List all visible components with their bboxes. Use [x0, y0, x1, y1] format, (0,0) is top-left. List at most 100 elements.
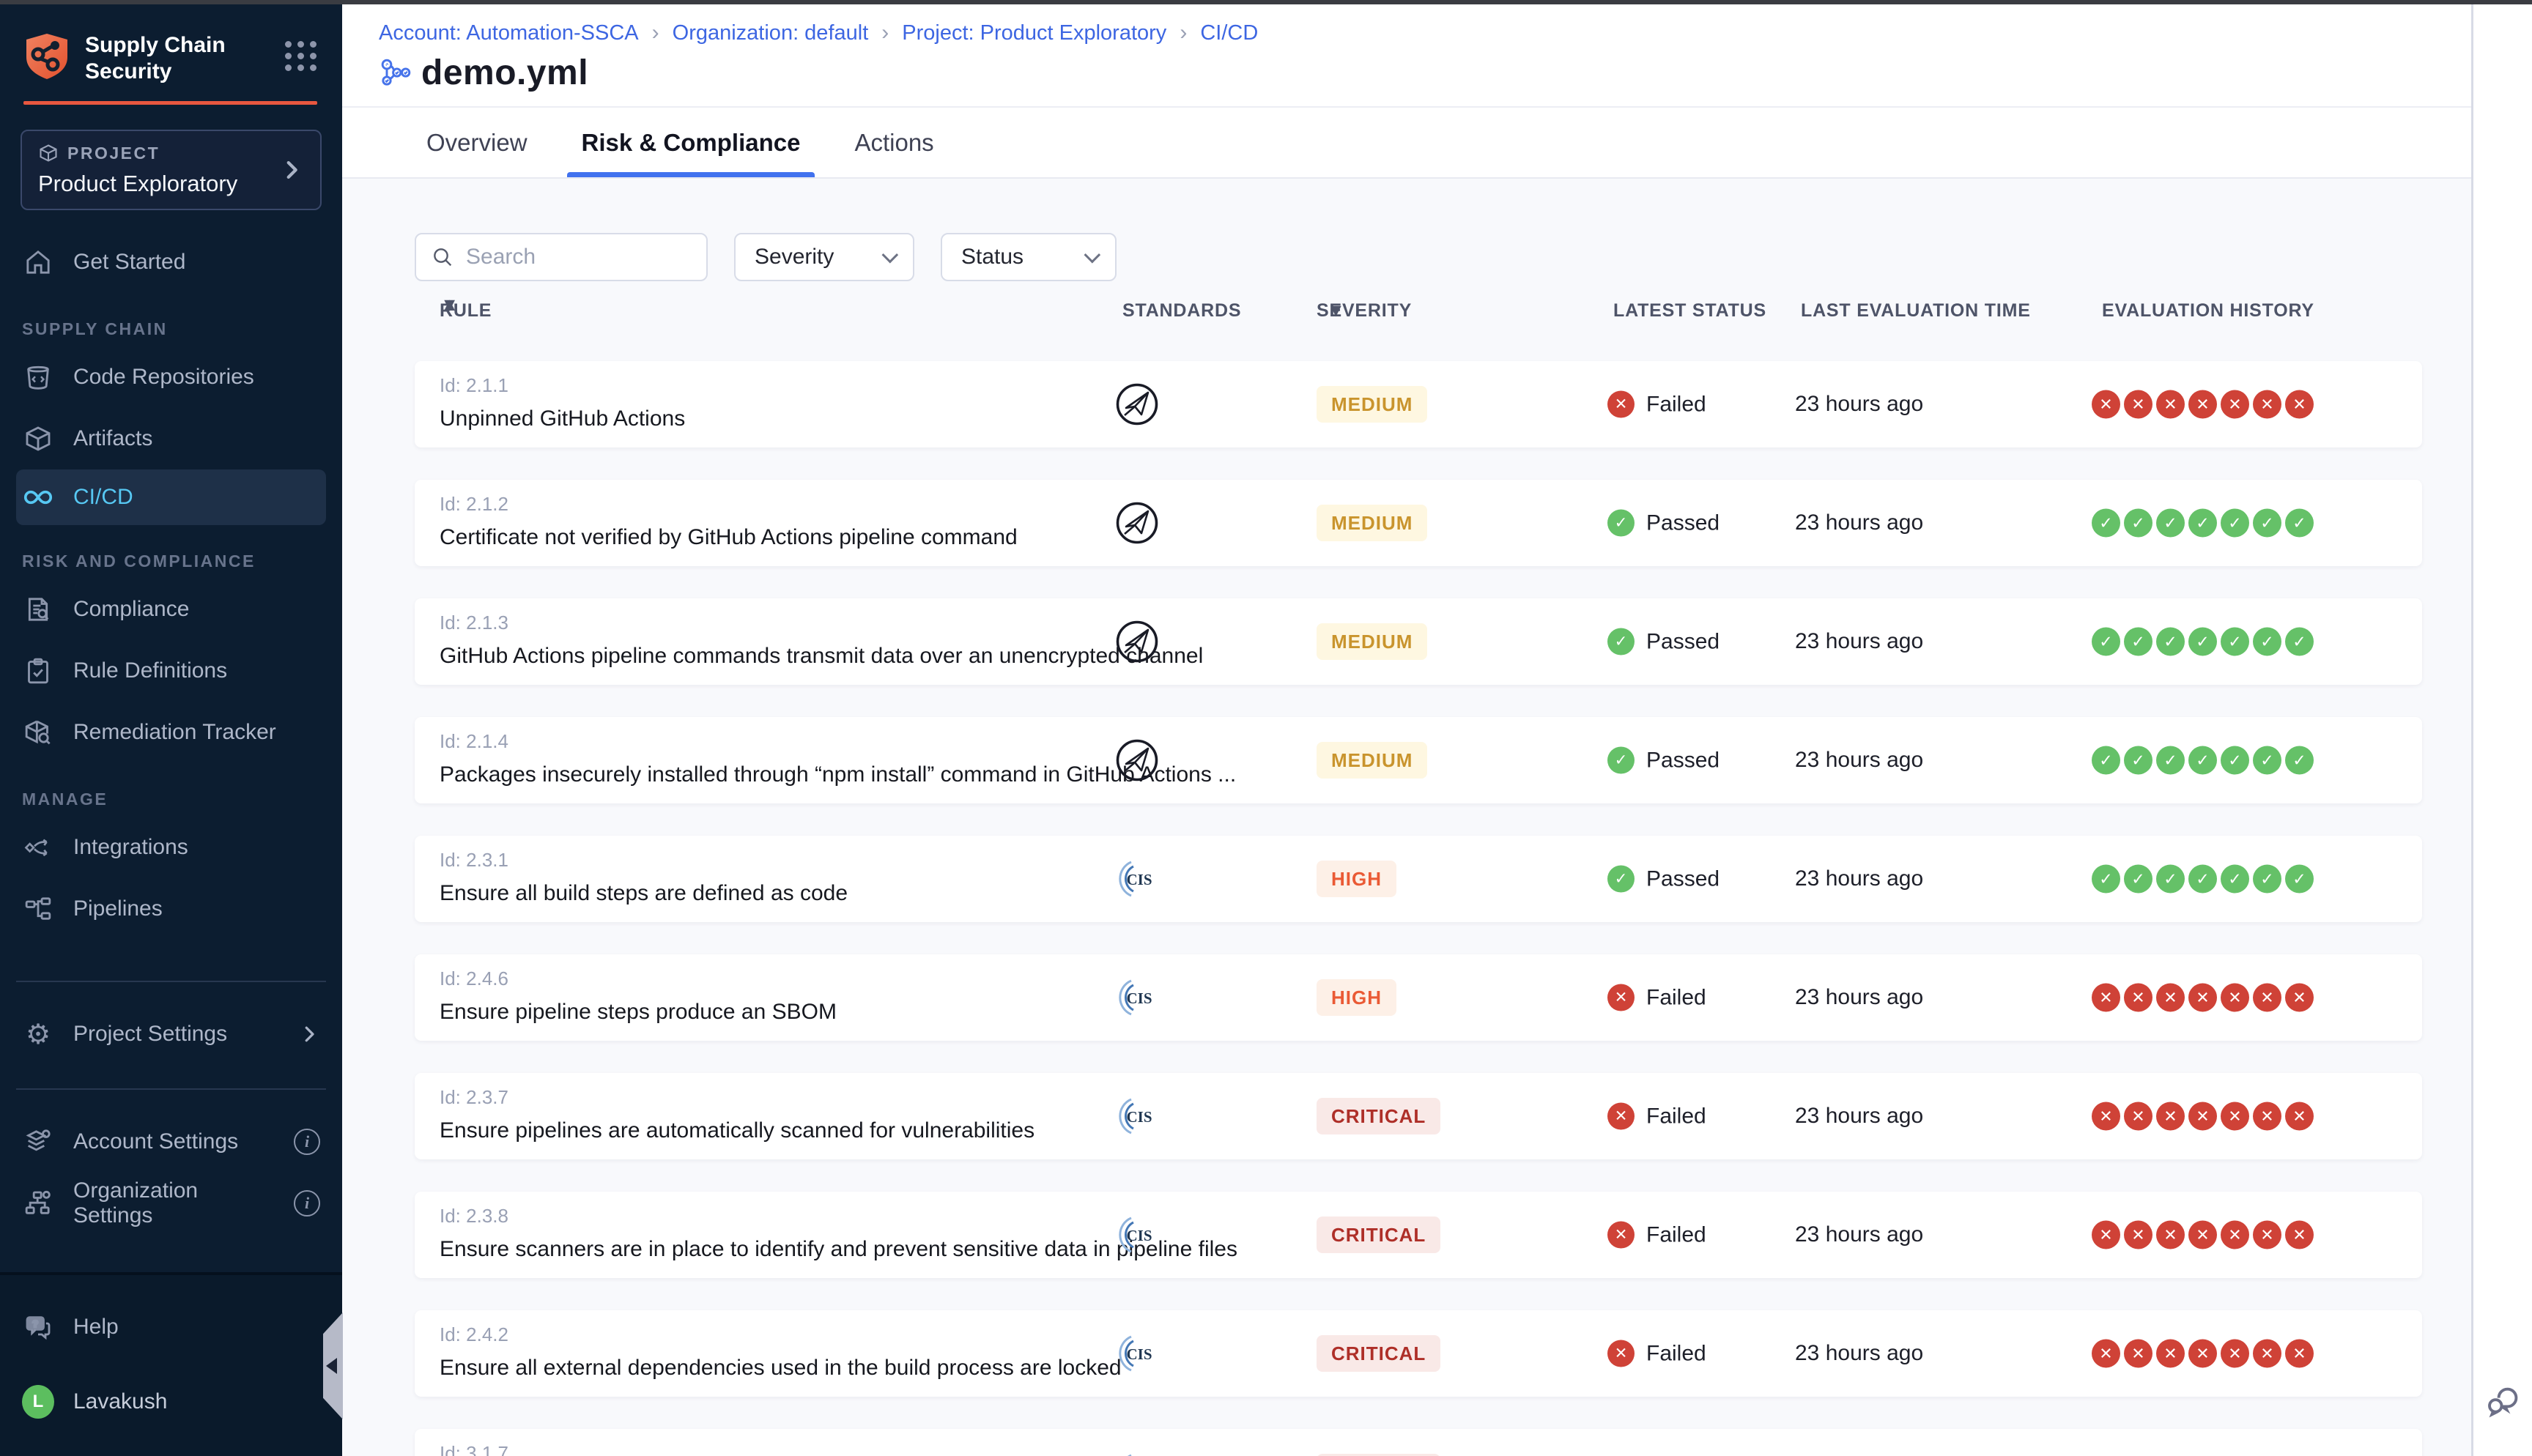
user-name: Lavakush: [73, 1389, 167, 1414]
table-row[interactable]: Id: 2.4.2 Ensure all external dependenci…: [415, 1310, 2422, 1397]
latest-status: ✓ Passed: [1607, 628, 1720, 655]
sidebar-item-project-settings[interactable]: ⚙ Project Settings: [0, 1003, 342, 1065]
info-icon[interactable]: i: [294, 1129, 320, 1155]
svg-text:CIS: CIS: [1126, 1227, 1152, 1244]
section-risk-and-compliance: RISK AND COMPLIANCE: [0, 551, 342, 571]
history-fail-icon: ✕: [2092, 1340, 2120, 1368]
cis-standard-icon: CIS: [1115, 857, 1159, 901]
sidebar-item-cicd[interactable]: CI/CD: [16, 469, 326, 525]
table-row[interactable]: Id: 2.3.7 Ensure pipelines are automatic…: [415, 1073, 2422, 1159]
history-fail-icon: ✕: [2285, 984, 2314, 1012]
table-row[interactable]: Id: 2.4.6 Ensure pipeline steps produce …: [415, 954, 2422, 1041]
sidebar-item-compliance[interactable]: Compliance: [0, 579, 342, 640]
cis-standard-icon: CIS: [1115, 1094, 1159, 1138]
sidebar-item-code-repositories[interactable]: Code Repositories: [0, 346, 342, 408]
table-row[interactable]: Id: 2.3.1 Ensure all build steps are def…: [415, 836, 2422, 922]
table-row[interactable]: Id: 2.1.3 GitHub Actions pipeline comman…: [415, 598, 2422, 685]
rule-name: Ensure pipelines are automatically scann…: [440, 1118, 1034, 1143]
sidebar-item-artifacts[interactable]: Artifacts: [0, 408, 342, 469]
table-row[interactable]: Id: 2.1.4 Packages insecurely installed …: [415, 717, 2422, 803]
history-pass-icon: ✓: [2092, 628, 2120, 656]
severity-badge: MEDIUM: [1317, 742, 1427, 779]
breadcrumb-project[interactable]: Project: Product Exploratory: [902, 21, 1166, 45]
status-icon: ✓: [1607, 747, 1635, 774]
sidebar-item-account-settings[interactable]: Account Settings i: [0, 1111, 342, 1173]
sidebar-nav: Get Started SUPPLY CHAIN Code Repositori…: [0, 231, 342, 1234]
status-label: Passed: [1646, 866, 1720, 891]
right-rail: [2471, 0, 2532, 1456]
cis-standard-icon: CIS: [1115, 976, 1159, 1019]
history-pass-icon: ✓: [2156, 628, 2185, 656]
sidebar-item-remediation-tracker[interactable]: Remediation Tracker: [0, 702, 342, 763]
search-box: [415, 233, 708, 281]
history-pass-icon: ✓: [2156, 865, 2185, 894]
brand-title: Supply Chain Security: [85, 32, 239, 85]
history-fail-icon: ✕: [2092, 1221, 2120, 1249]
table-row[interactable]: Id: 2.3.8 Ensure scanners are in place t…: [415, 1192, 2422, 1278]
latest-status: ✕ Failed: [1607, 391, 1706, 418]
rule-name: Certificate not verified by GitHub Actio…: [440, 525, 1018, 550]
table-row[interactable]: Id: 2.1.1 Unpinned GitHub Actions CIS ME…: [415, 361, 2422, 447]
cis-standard-icon: CIS: [1115, 1331, 1159, 1375]
sidebar-item-get-started[interactable]: Get Started: [0, 231, 342, 293]
breadcrumb-cicd[interactable]: CI/CD: [1200, 21, 1258, 45]
gear-icon: ⚙: [22, 1020, 54, 1048]
chevron-down-icon: [882, 247, 899, 264]
sidebar-item-pipelines[interactable]: Pipelines: [0, 878, 342, 940]
evaluation-history: ✓✓✓✓✓✓✓: [2092, 509, 2314, 538]
history-pass-icon: ✓: [2156, 509, 2185, 538]
status-icon: ✕: [1607, 1340, 1635, 1367]
avatar: L: [22, 1385, 54, 1419]
project-selector[interactable]: PROJECT Product Exploratory: [21, 130, 322, 210]
chat-bubbles-icon[interactable]: [2484, 1383, 2522, 1421]
supply-chain-security-logo-icon: [23, 32, 70, 81]
last-evaluation-time: 23 hours ago: [1795, 748, 1923, 773]
history-pass-icon: ✓: [2253, 746, 2281, 775]
info-icon[interactable]: i: [294, 1190, 320, 1217]
severity-badge: CRITICAL: [1317, 1098, 1440, 1134]
sidebar: Supply Chain Security PROJECT Product Ex…: [0, 0, 342, 1456]
brand-underline: [23, 101, 317, 105]
table-row[interactable]: Id: 2.1.2 Certificate not verified by Gi…: [415, 480, 2422, 566]
history-pass-icon: ✓: [2221, 746, 2249, 775]
tab-overview[interactable]: Overview: [426, 108, 528, 177]
org-chart-gear-icon: [22, 1189, 54, 1218]
divider: [16, 981, 326, 982]
history-fail-icon: ✕: [2156, 984, 2185, 1012]
severity-filter-dropdown[interactable]: Severity: [734, 233, 914, 281]
severity-badge: CRITICAL: [1317, 1217, 1440, 1253]
integrations-icon: [22, 833, 54, 862]
latest-status: ✕ Failed: [1607, 1222, 1706, 1249]
app-grid-icon[interactable]: [285, 41, 317, 71]
breadcrumb-organization[interactable]: Organization: default: [673, 21, 869, 45]
sidebar-item-help[interactable]: ? Help: [0, 1296, 342, 1358]
sidebar-bottom: ? Help L Lavakush: [0, 1272, 342, 1456]
table-row[interactable]: Id: 3.1.7 CIS CRITICAL ✕ Failed 23 hours…: [415, 1429, 2422, 1456]
breadcrumb-account[interactable]: Account: Automation-SSCA: [379, 21, 639, 45]
status-label: Passed: [1646, 510, 1720, 535]
main-content: Account: Automation-SSCA › Organization:…: [342, 0, 2471, 1456]
status-filter-dropdown[interactable]: Status: [941, 233, 1117, 281]
sidebar-item-organization-settings[interactable]: Organization Settings i: [0, 1173, 342, 1234]
evaluation-history: ✓✓✓✓✓✓✓: [2092, 865, 2314, 894]
last-evaluation-time: 23 hours ago: [1795, 510, 1923, 535]
history-fail-icon: ✕: [2253, 984, 2281, 1012]
tab-bar: Overview Risk & Compliance Actions: [342, 108, 2471, 179]
status-icon: ✓: [1607, 866, 1635, 893]
sidebar-item-integrations[interactable]: Integrations: [0, 817, 342, 878]
status-label: Passed: [1646, 629, 1720, 654]
search-icon: [431, 245, 454, 269]
rule-name: Ensure pipeline steps produce an SBOM: [440, 1000, 837, 1025]
owasp-cicd-standard-icon: [1115, 501, 1159, 545]
rule-name: Unpinned GitHub Actions: [440, 406, 685, 431]
svg-text:CIS: CIS: [1126, 871, 1152, 888]
tab-actions[interactable]: Actions: [854, 108, 933, 177]
history-fail-icon: ✕: [2092, 390, 2120, 419]
search-input[interactable]: [466, 245, 692, 270]
cis-standard-icon: CIS: [1115, 1450, 1159, 1456]
tab-risk-and-compliance[interactable]: Risk & Compliance: [582, 108, 801, 177]
sidebar-item-rule-definitions[interactable]: Rule Definitions: [0, 640, 342, 702]
user-menu[interactable]: L Lavakush: [0, 1371, 342, 1433]
latest-status: ✕ Failed: [1607, 1340, 1706, 1367]
rule-id: Id: 2.1.1: [440, 374, 508, 397]
